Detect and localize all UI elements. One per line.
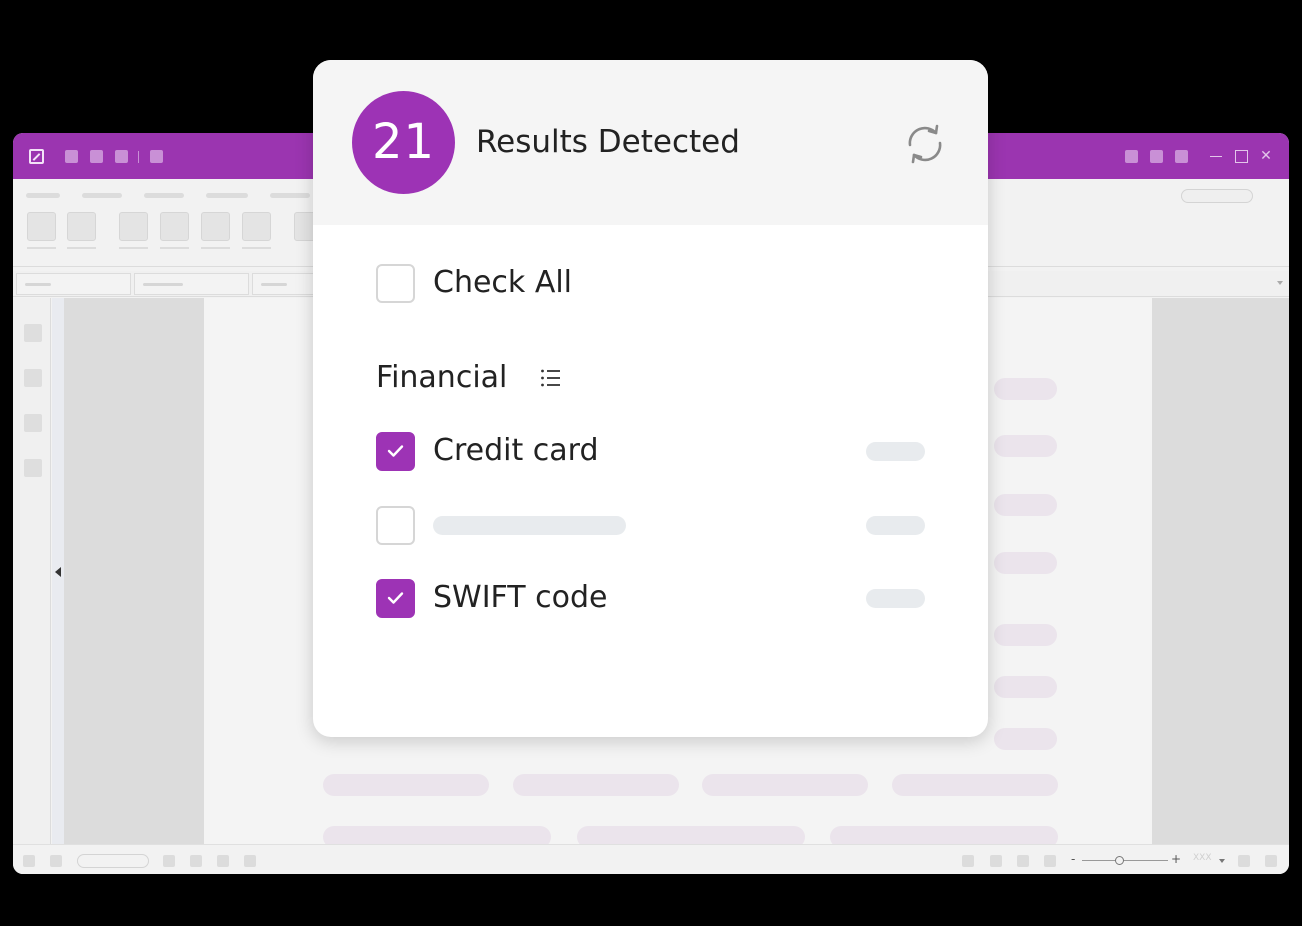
redaction-placeholder — [994, 378, 1057, 400]
redaction-placeholder — [994, 624, 1057, 646]
status-icon[interactable] — [244, 855, 256, 867]
placeholder-item-checkbox[interactable] — [376, 506, 415, 545]
result-count-placeholder — [866, 589, 925, 608]
redaction-placeholder — [994, 728, 1057, 750]
view-mode-icon[interactable] — [962, 855, 974, 867]
ribbon-button-label — [242, 247, 271, 249]
left-sidebar — [13, 298, 51, 844]
ribbon-button-label — [201, 247, 230, 249]
redaction-placeholder — [702, 774, 868, 796]
redaction-placeholder — [994, 552, 1057, 574]
ribbon-search-pill[interactable] — [1181, 189, 1253, 203]
ribbon-button[interactable] — [27, 212, 56, 241]
ribbon-button-label — [160, 247, 189, 249]
document-tab[interactable] — [134, 273, 249, 295]
zoom-slider-handle[interactable] — [1115, 856, 1124, 865]
quick-access-icon[interactable] — [115, 150, 128, 163]
document-tab[interactable] — [252, 273, 322, 295]
view-mode-icon[interactable] — [1017, 855, 1029, 867]
result-item-label[interactable]: SWIFT code — [433, 578, 608, 618]
view-mode-icon[interactable] — [1044, 855, 1056, 867]
sidebar-icon[interactable] — [24, 459, 42, 477]
sidebar-icon[interactable] — [24, 369, 42, 387]
sidebar-icon[interactable] — [24, 414, 42, 432]
result-item-label[interactable]: Credit card — [433, 431, 598, 471]
ribbon-tab[interactable] — [26, 193, 60, 198]
result-count-badge: 21 — [352, 91, 455, 194]
ribbon-tab[interactable] — [270, 193, 310, 198]
ribbon-button-label — [67, 247, 96, 249]
list-icon[interactable] — [540, 368, 562, 388]
result-count-placeholder — [866, 516, 925, 535]
status-icon[interactable] — [50, 855, 62, 867]
status-icon[interactable] — [1265, 855, 1277, 867]
viewer-gutter-left — [64, 298, 204, 844]
check-all-label[interactable]: Check All — [433, 263, 572, 303]
ribbon-button[interactable] — [242, 212, 271, 241]
checkmark-icon — [387, 445, 404, 457]
chevron-down-icon[interactable] — [1219, 859, 1225, 863]
viewer-gutter-right — [1152, 298, 1289, 844]
quick-access-icon[interactable] — [65, 150, 78, 163]
minimize-icon[interactable] — [1207, 147, 1225, 165]
quick-access-icon[interactable] — [90, 150, 103, 163]
zoom-out-icon[interactable]: - — [1071, 851, 1075, 867]
titlebar-icon[interactable] — [1175, 150, 1188, 163]
ribbon-button[interactable] — [67, 212, 96, 241]
redaction-placeholder — [513, 774, 679, 796]
status-icon[interactable] — [190, 855, 202, 867]
checkmark-icon — [387, 592, 404, 604]
ribbon-tab[interactable] — [144, 193, 184, 198]
redaction-placeholder — [994, 494, 1057, 516]
zoom-level[interactable]: XXX — [1193, 853, 1212, 863]
ribbon-button-label — [119, 247, 148, 249]
quick-access-icon[interactable] — [150, 150, 163, 163]
zoom-in-icon[interactable]: + — [1171, 851, 1181, 867]
page-input[interactable] — [77, 854, 149, 868]
redaction-placeholder — [994, 435, 1057, 457]
ribbon-tab[interactable] — [82, 193, 122, 198]
titlebar-icon[interactable] — [1150, 150, 1163, 163]
maximize-icon[interactable] — [1232, 147, 1250, 165]
status-icon[interactable] — [23, 855, 35, 867]
toolbar-separator — [138, 151, 139, 163]
status-bar: - + XXX — [13, 844, 1289, 874]
ribbon-button[interactable] — [119, 212, 148, 241]
chevron-down-icon[interactable] — [1277, 281, 1283, 285]
ribbon-button-label — [27, 247, 56, 249]
close-icon[interactable]: ✕ — [1257, 147, 1275, 165]
check-all-checkbox[interactable] — [376, 264, 415, 303]
collapse-arrow-icon[interactable] — [55, 567, 61, 577]
status-icon[interactable] — [1238, 855, 1250, 867]
redaction-placeholder — [323, 774, 489, 796]
swift-code-checkbox[interactable] — [376, 579, 415, 618]
ribbon-button[interactable] — [201, 212, 230, 241]
results-title: Results Detected — [476, 124, 740, 160]
status-icon[interactable] — [217, 855, 229, 867]
app-logo-icon — [29, 149, 44, 164]
document-tab[interactable] — [16, 273, 131, 295]
redaction-placeholder — [994, 676, 1057, 698]
ribbon-button[interactable] — [160, 212, 189, 241]
results-panel: 21 Results Detected Check All Financial — [313, 60, 988, 737]
section-title-financial: Financial — [376, 360, 508, 395]
refresh-icon[interactable] — [903, 122, 947, 166]
sidebar-icon[interactable] — [24, 324, 42, 342]
result-label-placeholder — [433, 516, 626, 535]
status-icon[interactable] — [163, 855, 175, 867]
result-count-placeholder — [866, 442, 925, 461]
view-mode-icon[interactable] — [990, 855, 1002, 867]
zoom-slider[interactable] — [1082, 860, 1168, 861]
results-header: 21 Results Detected — [313, 60, 988, 225]
credit-card-checkbox[interactable] — [376, 432, 415, 471]
titlebar-icon[interactable] — [1125, 150, 1138, 163]
redaction-placeholder — [892, 774, 1058, 796]
ribbon-tab[interactable] — [206, 193, 248, 198]
